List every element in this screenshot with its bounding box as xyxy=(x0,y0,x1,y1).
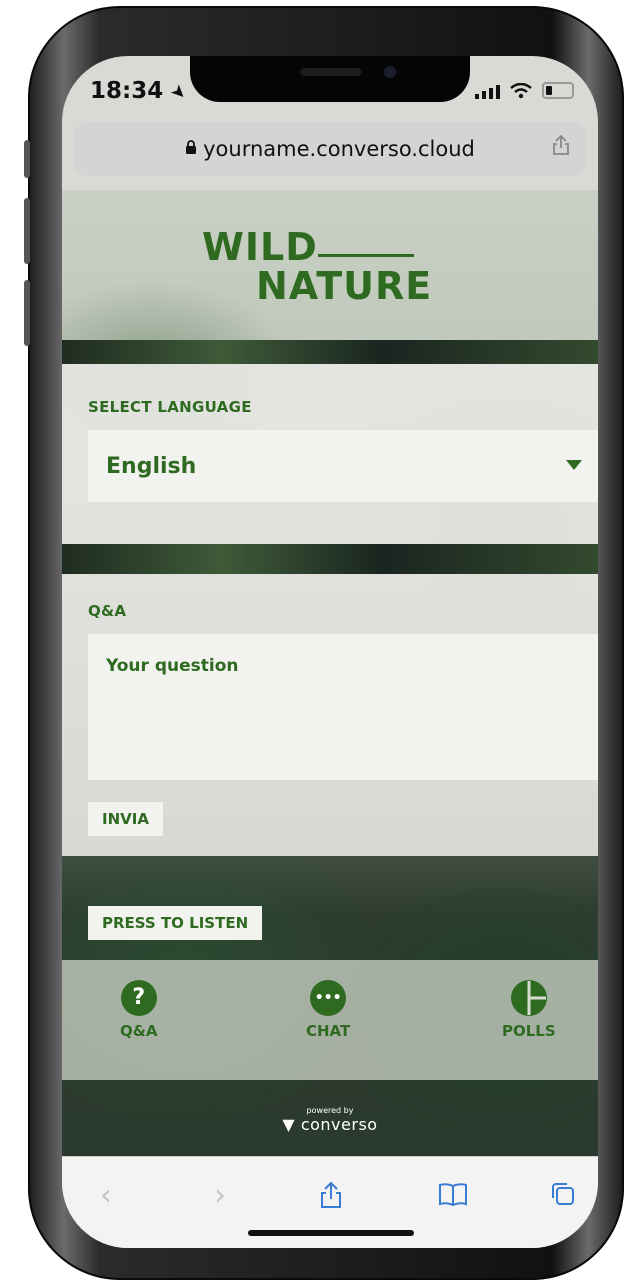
status-time-text: 18:34 xyxy=(90,78,164,104)
home-indicator[interactable] xyxy=(248,1230,414,1236)
phone-screen: 18:34 ➤ yourname.converso.cloud WILD NAT… xyxy=(62,56,598,1248)
pie-chart-icon xyxy=(510,980,547,1016)
wifi-icon xyxy=(510,82,532,98)
back-icon[interactable]: ‹ xyxy=(100,1181,112,1211)
question-placeholder: Your question xyxy=(106,656,239,676)
front-camera xyxy=(384,66,396,78)
question-bubble-icon: ? xyxy=(120,980,157,1016)
tabs-icon[interactable] xyxy=(550,1181,576,1213)
powered-by-text: powered by xyxy=(306,1106,354,1115)
logo-line-1: WILD xyxy=(202,225,318,269)
battery-icon xyxy=(542,82,574,99)
signal-icon xyxy=(475,83,500,99)
press-to-listen-button[interactable]: PRESS TO LISTEN xyxy=(88,906,263,940)
powered-by-converso: powered by ▼ converso xyxy=(62,1106,598,1134)
question-input[interactable]: Your question xyxy=(88,634,598,780)
share-icon[interactable] xyxy=(320,1181,342,1215)
lock-icon xyxy=(185,139,197,159)
volume-up-button xyxy=(24,198,30,264)
decorative-leaf-band xyxy=(62,340,598,364)
silent-switch xyxy=(24,140,30,178)
tab-polls-label: POLLS xyxy=(502,1022,556,1040)
notch xyxy=(190,56,470,102)
select-language-label: SELECT LANGUAGE xyxy=(88,398,252,416)
decorative-leaf-band xyxy=(62,544,598,574)
status-icons xyxy=(475,82,574,99)
tab-chat[interactable]: ••• CHAT xyxy=(306,980,350,1040)
web-page: WILD NATURE SELECT LANGUAGE English Q&A … xyxy=(62,190,598,1156)
tab-qa[interactable]: ? Q&A xyxy=(120,980,157,1040)
language-select[interactable]: English xyxy=(88,430,598,502)
status-time: 18:34 ➤ xyxy=(90,78,192,105)
volume-down-button xyxy=(24,280,30,346)
share-icon[interactable] xyxy=(552,134,570,162)
speaker-grille xyxy=(300,68,362,76)
tab-polls[interactable]: POLLS xyxy=(502,980,556,1040)
language-selected-value: English xyxy=(106,453,197,479)
bookmarks-icon[interactable] xyxy=(438,1181,468,1213)
qa-section-label: Q&A xyxy=(88,602,127,620)
url-text: yourname.converso.cloud xyxy=(203,137,475,161)
tab-chat-label: CHAT xyxy=(306,1022,351,1040)
address-bar[interactable]: yourname.converso.cloud xyxy=(74,122,586,176)
chat-bubble-icon: ••• xyxy=(310,980,347,1016)
logo-line-2: NATURE xyxy=(256,264,433,308)
invia-button[interactable]: INVIA xyxy=(88,802,163,836)
chevron-down-icon xyxy=(566,460,582,470)
forward-icon[interactable]: › xyxy=(214,1181,226,1211)
location-arrow-icon: ➤ xyxy=(166,79,192,106)
converso-brand-text: converso xyxy=(300,1115,378,1134)
converso-logo-icon: ▼ xyxy=(282,1115,296,1134)
wild-nature-logo: WILD NATURE xyxy=(202,228,432,306)
app-tab-bar: ? Q&A ••• CHAT POLLS xyxy=(62,960,598,1080)
tab-qa-label: Q&A xyxy=(120,1022,158,1040)
